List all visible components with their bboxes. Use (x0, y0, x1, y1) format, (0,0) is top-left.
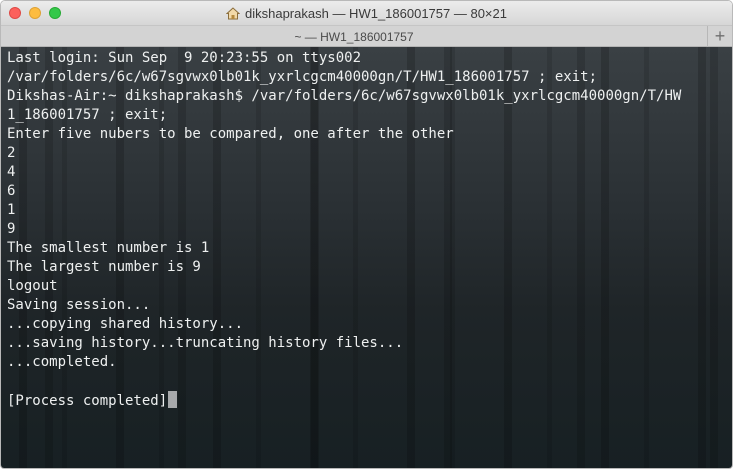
terminal-line: 2 (7, 145, 16, 161)
window-title-wrap: dikshaprakash — HW1_186001757 — 80×21 (1, 1, 732, 25)
title-bar[interactable]: dikshaprakash — HW1_186001757 — 80×21 (1, 1, 732, 25)
plus-icon: + (714, 26, 726, 46)
terminal-line: Dikshas-Air:~ dikshaprakash$ /var/folder… (7, 88, 682, 104)
terminal-line: 6 (7, 183, 16, 199)
terminal-line: [Process completed] (7, 393, 168, 409)
terminal-line: Enter five nubers to be compared, one af… (7, 126, 454, 142)
text-cursor (168, 391, 178, 408)
terminal-line: ...copying shared history... (7, 316, 244, 332)
terminal-output: Last login: Sun Sep 9 20:23:55 on ttys00… (7, 49, 728, 411)
terminal-line: The smallest number is 1 (7, 240, 210, 256)
terminal-line: 4 (7, 164, 16, 180)
terminal-line: ...saving history...truncating history f… (7, 335, 404, 351)
tab-active[interactable]: ~ — HW1_186001757 (1, 26, 707, 47)
terminal-window: dikshaprakash — HW1_186001757 — 80×21 ~ … (0, 0, 733, 469)
new-tab-button[interactable]: + (707, 26, 732, 47)
tab-label: ~ — HW1_186001757 (294, 29, 414, 44)
terminal-line: 1 (7, 202, 16, 218)
terminal-line: 9 (7, 221, 16, 237)
tab-bar: ~ — HW1_186001757 + (1, 25, 732, 47)
window-title: dikshaprakash — HW1_186001757 — 80×21 (245, 5, 507, 21)
terminal-line: Last login: Sun Sep 9 20:23:55 on ttys00… (7, 50, 362, 66)
terminal-line: 1_186001757 ; exit; (7, 107, 168, 123)
terminal-line: logout (7, 278, 58, 294)
terminal-line: /var/folders/6c/w67sgvwx0lb01k_yxrlcgcm4… (7, 69, 598, 85)
terminal-line: ...completed. (7, 354, 117, 370)
home-icon (226, 6, 240, 19)
terminal-area[interactable]: Last login: Sun Sep 9 20:23:55 on ttys00… (1, 47, 732, 468)
terminal-line: The largest number is 9 (7, 259, 201, 275)
terminal-line: Saving session... (7, 297, 151, 313)
